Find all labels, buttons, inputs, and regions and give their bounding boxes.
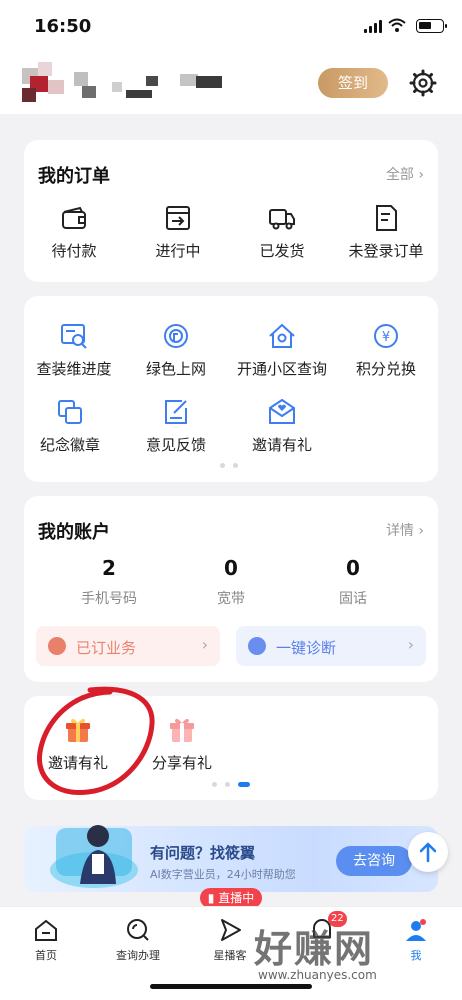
in-progress-icon — [166, 206, 190, 230]
service-install-progress[interactable]: 查装维进度 — [20, 320, 128, 379]
account-card: 我的账户 详情 › 2 手机号码 0 宽带 0 固话 已订业务 › 一键诊断 › — [24, 496, 438, 682]
query-icon — [127, 919, 149, 941]
services-card: 查装维进度 绿色上网 开通小区查询 ¥ 积分兑换 纪念徽章 意见反馈 邀请有礼 — [24, 296, 438, 482]
document-icon — [376, 205, 397, 231]
scroll-top-button[interactable] — [408, 832, 448, 872]
account-details-link[interactable]: 详情 › — [386, 520, 424, 540]
orders-title: 我的订单 — [38, 166, 110, 187]
chevron-right-icon: › — [201, 635, 208, 654]
watermark-logo-text: 好赚网 — [254, 927, 375, 971]
banner-subtitle: AI数字营业员，24小时帮助您 — [150, 868, 296, 881]
status-bar: 16:50 — [0, 0, 462, 54]
ai-assistant-avatar — [50, 825, 138, 888]
account-landline-count[interactable]: 0 固话 — [288, 556, 418, 608]
home-icon — [35, 919, 57, 941]
signal-icon — [364, 20, 382, 33]
truck-icon — [269, 209, 295, 230]
account-phone-count[interactable]: 2 手机号码 — [44, 556, 174, 608]
promo-page-indicator — [212, 782, 250, 787]
invite-icon — [269, 398, 295, 424]
account-title: 我的账户 — [38, 522, 110, 543]
gift-share-icon — [170, 718, 194, 742]
order-shipped[interactable]: 已发货 — [232, 202, 332, 261]
home-indicator — [150, 984, 312, 989]
feedback-icon — [165, 400, 187, 424]
orders-card: 我的订单 全部 › 待付款 进行中 已发货 未登录订单 — [24, 140, 438, 282]
account-broadband-count[interactable]: 0 宽带 — [166, 556, 296, 608]
green-internet-icon — [164, 324, 188, 348]
service-badges[interactable]: 纪念徽章 — [20, 396, 120, 455]
battery-icon — [416, 19, 447, 33]
watermark-url: www.zhuanyes.com — [258, 968, 377, 982]
subscribed-services-button[interactable]: 已订业务 › — [36, 626, 220, 666]
wifi-icon — [388, 18, 406, 32]
sign-in-button[interactable]: 签到 — [318, 68, 388, 98]
ai-assistant-banner[interactable]: 有问题？找筱翼 AI数字营业员，24小时帮助您 去咨询 — [24, 825, 438, 892]
service-community-query[interactable]: 开通小区查询 — [232, 320, 332, 379]
site-watermark: 好赚网 www.zhuanyes.com — [254, 918, 444, 988]
order-in-progress[interactable]: 进行中 — [128, 202, 228, 261]
orders-all-link[interactable]: 全部 › — [386, 164, 424, 184]
live-badge[interactable]: ▮ 直播中 — [200, 888, 262, 908]
red-circle-annotation — [36, 686, 155, 795]
chevron-right-icon: › — [407, 635, 414, 654]
consult-button[interactable]: 去咨询 — [336, 846, 412, 876]
one-click-diagnose-button[interactable]: 一键诊断 › — [236, 626, 426, 666]
badge-icon — [58, 400, 82, 424]
wallet-icon — [62, 206, 86, 229]
svg-text:¥: ¥ — [382, 330, 390, 345]
star-podcast-icon — [221, 919, 241, 941]
profile-header — [0, 54, 462, 114]
tab-home[interactable]: 首页 — [6, 917, 86, 963]
order-not-logged-in[interactable]: 未登录订单 — [336, 202, 436, 261]
diagnose-icon — [248, 637, 266, 655]
tab-query[interactable]: 查询办理 — [98, 917, 178, 963]
service-invite[interactable]: 邀请有礼 — [232, 396, 332, 455]
status-time: 16:50 — [34, 16, 92, 37]
home-search-icon — [269, 323, 295, 348]
settings-gear-icon[interactable] — [408, 68, 438, 98]
points-exchange-icon: ¥ — [374, 324, 398, 348]
service-feedback[interactable]: 意见反馈 — [126, 396, 226, 455]
service-points-exchange[interactable]: ¥ 积分兑换 — [336, 320, 436, 379]
arrow-up-icon — [419, 842, 437, 863]
live-bars-icon: ▮ — [207, 891, 219, 905]
subscription-icon — [48, 637, 66, 655]
banner-title: 有问题？找筱翼 — [150, 844, 256, 862]
progress-search-icon — [61, 324, 87, 349]
service-green-internet[interactable]: 绿色上网 — [126, 320, 226, 379]
services-page-indicator — [220, 463, 238, 468]
order-pending-payment[interactable]: 待付款 — [24, 202, 124, 261]
